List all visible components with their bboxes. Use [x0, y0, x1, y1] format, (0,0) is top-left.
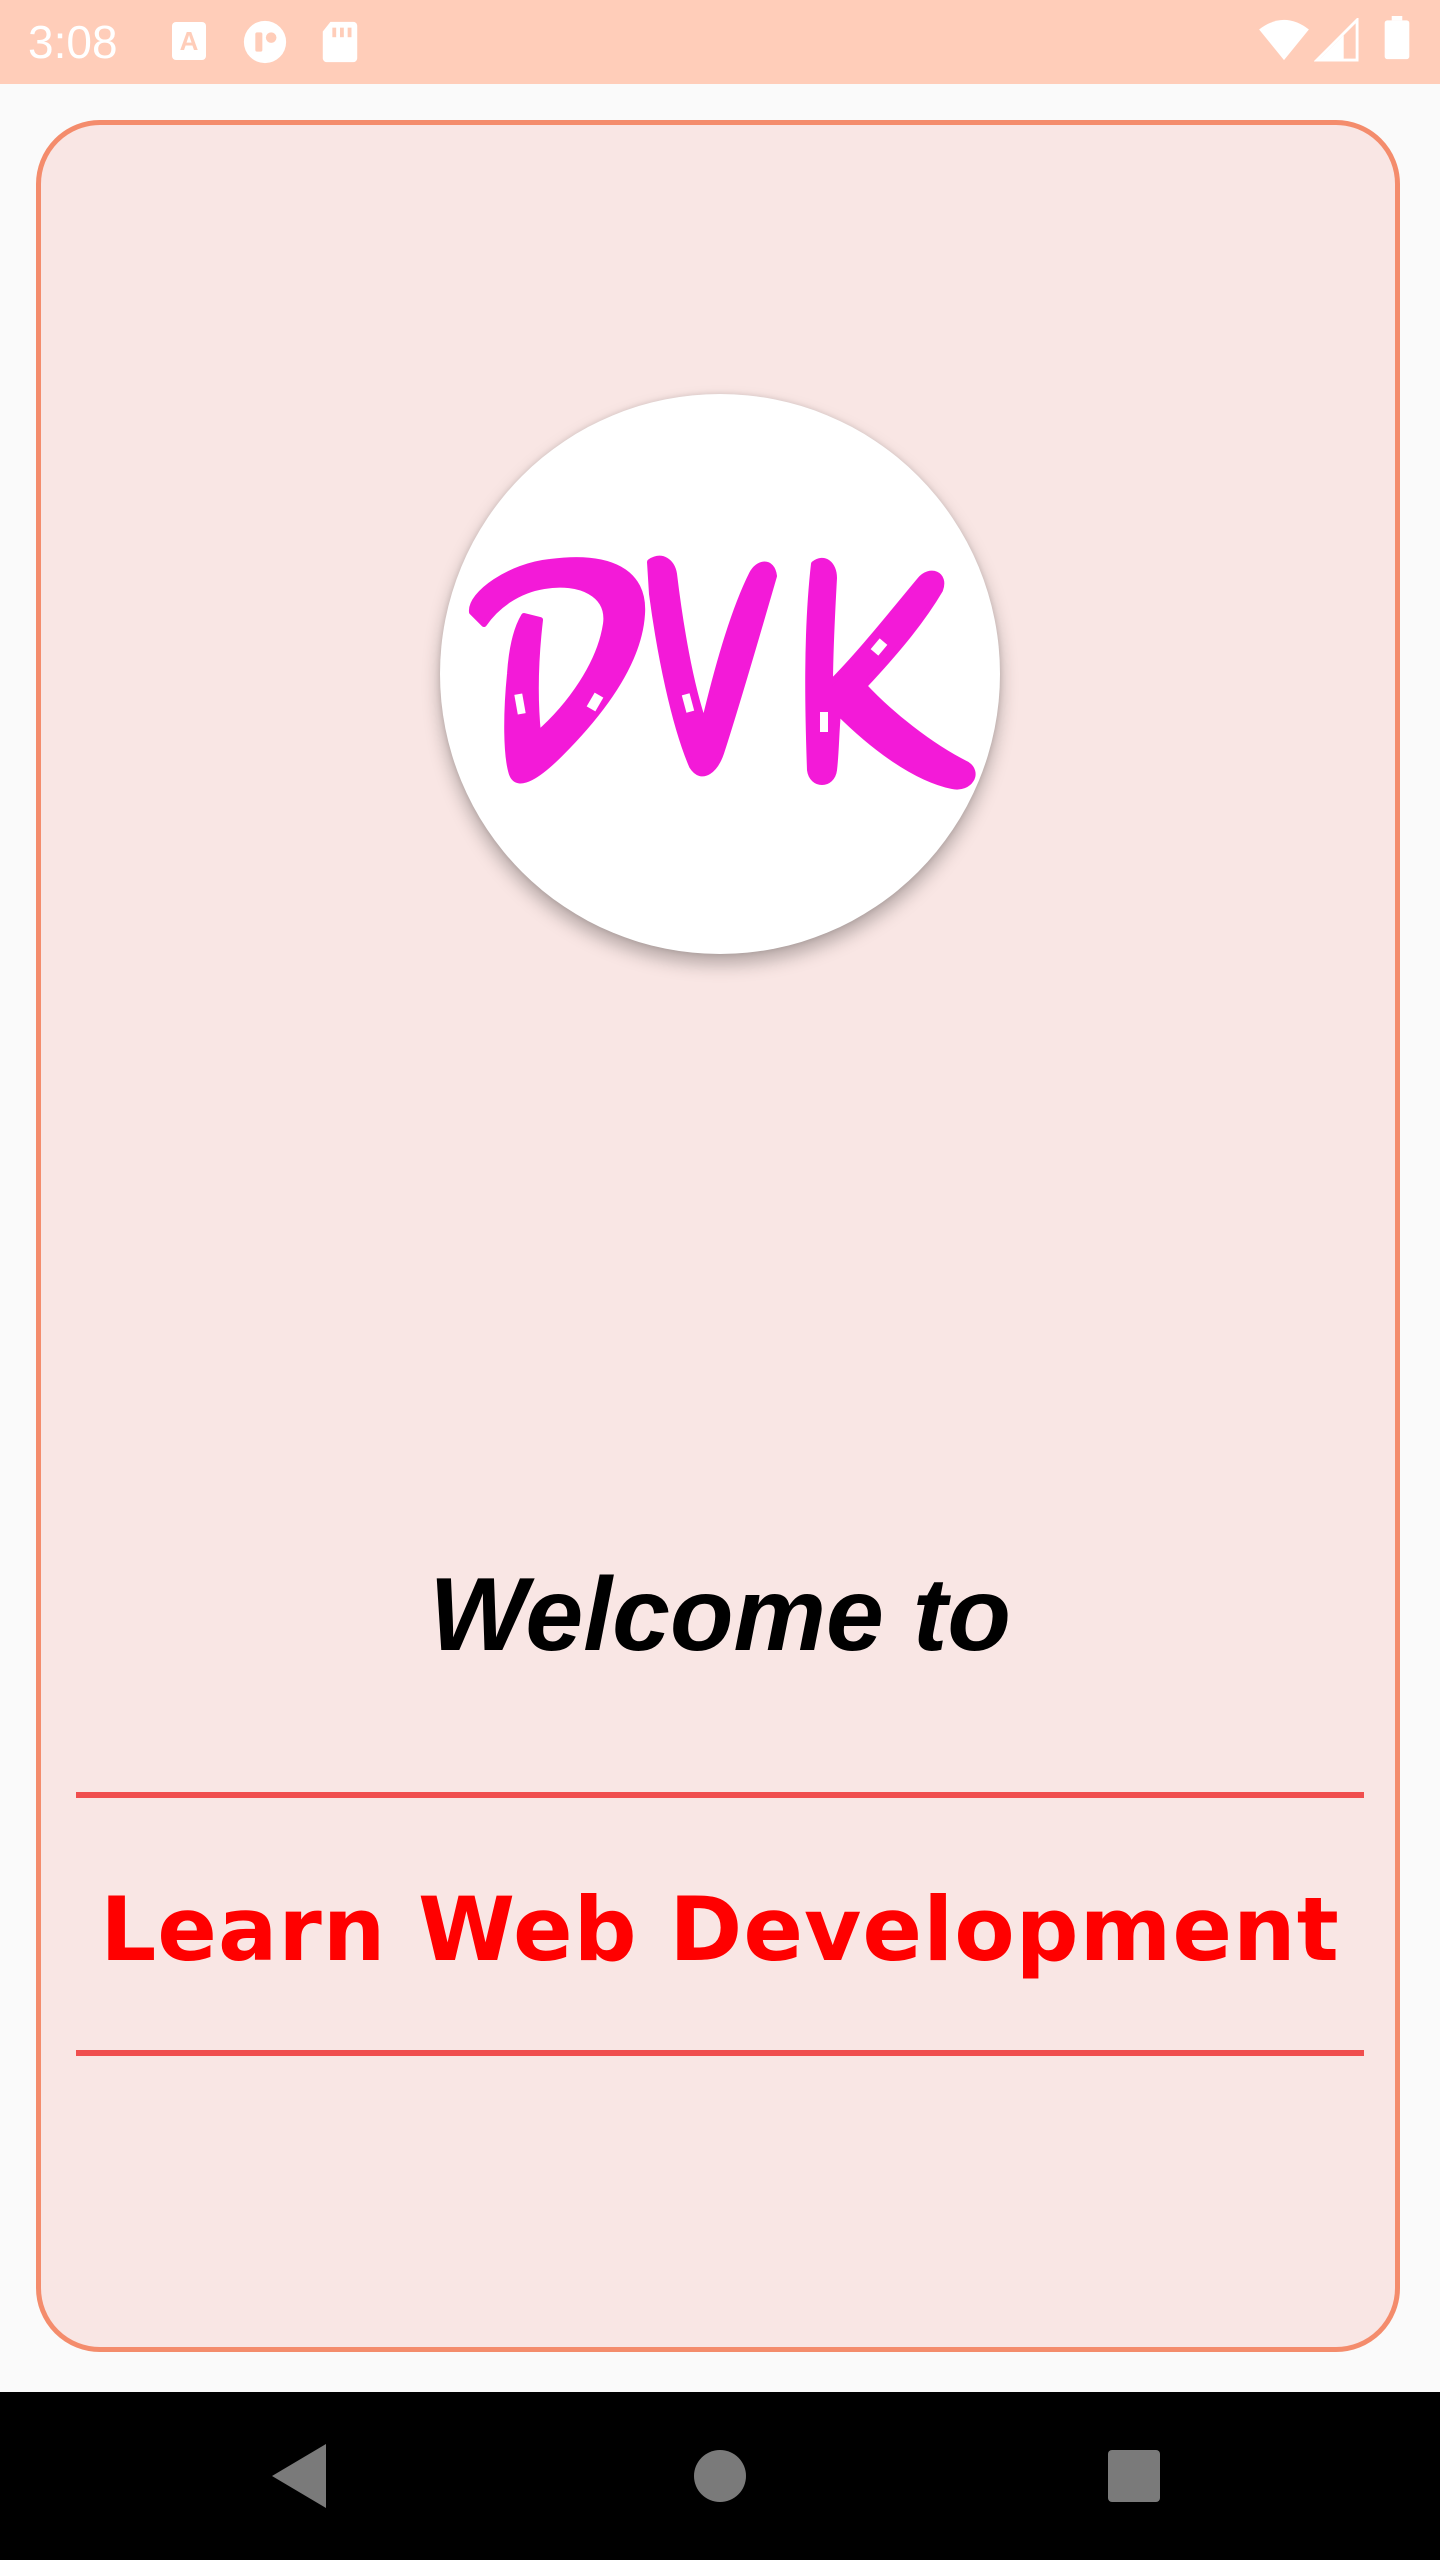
- back-icon[interactable]: [250, 2426, 350, 2526]
- navigation-bar: [0, 2392, 1440, 2560]
- dvk-logo: [440, 394, 1000, 954]
- subtitle-heading: Learn Web Development: [100, 1878, 1340, 1981]
- status-bar: 3:08 A: [0, 0, 1440, 84]
- battery-icon: [1384, 16, 1410, 60]
- welcome-heading: Welcome to: [429, 1557, 1011, 1673]
- dvk-logo-image: [469, 555, 976, 790]
- home-icon[interactable]: [670, 2426, 770, 2526]
- notification-app-icon: [243, 20, 287, 64]
- font-a-icon: A: [172, 22, 206, 60]
- bottom-divider: [76, 2050, 1364, 2056]
- top-divider: [76, 1792, 1364, 1798]
- svg-text:A: A: [180, 26, 199, 56]
- cell-signal-icon: [1314, 18, 1359, 62]
- recents-icon[interactable]: [1084, 2426, 1184, 2526]
- sd-card-icon: [322, 21, 358, 63]
- status-time: 3:08: [28, 16, 118, 68]
- wifi-icon: [1259, 19, 1309, 61]
